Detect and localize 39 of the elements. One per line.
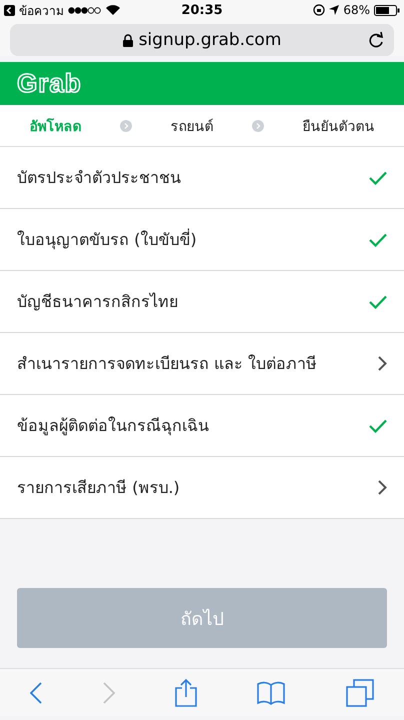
chevron-icon — [120, 120, 132, 132]
document-label: ใบอนุญาตขับรถ (ใบขับขี่) — [17, 228, 197, 252]
clock: 20:35 — [181, 2, 223, 18]
back-icon[interactable] — [4, 4, 15, 16]
rotation-lock-icon — [313, 4, 326, 16]
address-bar[interactable]: signup.grab.com — [10, 24, 394, 56]
document-label: สำเนารายการจดทะเบียนรถ และ ใบต่อภาษี — [17, 353, 318, 375]
document-label: บัตรประจำตัวประชาชน — [17, 167, 181, 189]
chevron-icon — [378, 356, 387, 371]
step-tab[interactable]: รถยนต์ — [170, 114, 214, 136]
step-tab[interactable]: ยืนยันตัวตน — [302, 114, 375, 136]
wifi-icon — [106, 5, 120, 15]
tabs-icon[interactable] — [346, 678, 374, 706]
signal-icon — [68, 6, 102, 14]
logo: Grab — [17, 68, 82, 99]
check-icon — [369, 294, 387, 308]
location-icon — [329, 5, 340, 15]
battery-icon — [374, 4, 400, 16]
document-row[interactable]: รายการเสียภาษี (พรบ.) — [0, 457, 404, 519]
back-app-label[interactable]: ข้อความ — [19, 0, 64, 20]
share-icon[interactable] — [174, 678, 197, 706]
document-label: รายการเสียภาษี (พรบ.) — [17, 477, 180, 499]
chevron-icon — [252, 120, 264, 132]
document-row[interactable]: บัญชีธนาคารกสิกรไทย — [0, 271, 404, 333]
check-icon — [369, 418, 387, 432]
check-icon — [369, 170, 387, 184]
url-text: signup.grab.com — [138, 30, 282, 50]
lock-icon — [122, 34, 133, 46]
battery-percent: 68% — [343, 3, 370, 17]
document-row[interactable]: สำเนารายการจดทะเบียนรถ และ ใบต่อภาษี — [0, 333, 404, 395]
reload-icon[interactable] — [368, 31, 384, 49]
document-row[interactable]: ใบอนุญาตขับรถ (ใบขับขี่) — [0, 209, 404, 271]
document-row[interactable]: บัตรประจำตัวประชาชน — [0, 147, 404, 209]
book-icon[interactable] — [257, 680, 286, 704]
document-label: บัญชีธนาคารกสิกรไทย — [17, 291, 178, 313]
chevron-icon — [378, 480, 387, 495]
document-label: ข้อมูลผู้ติดต่อในกรณีฉุกเฉิน — [17, 415, 209, 438]
check-icon — [369, 232, 387, 246]
document-row[interactable]: ข้อมูลผู้ติดต่อในกรณีฉุกเฉิน — [0, 395, 404, 457]
